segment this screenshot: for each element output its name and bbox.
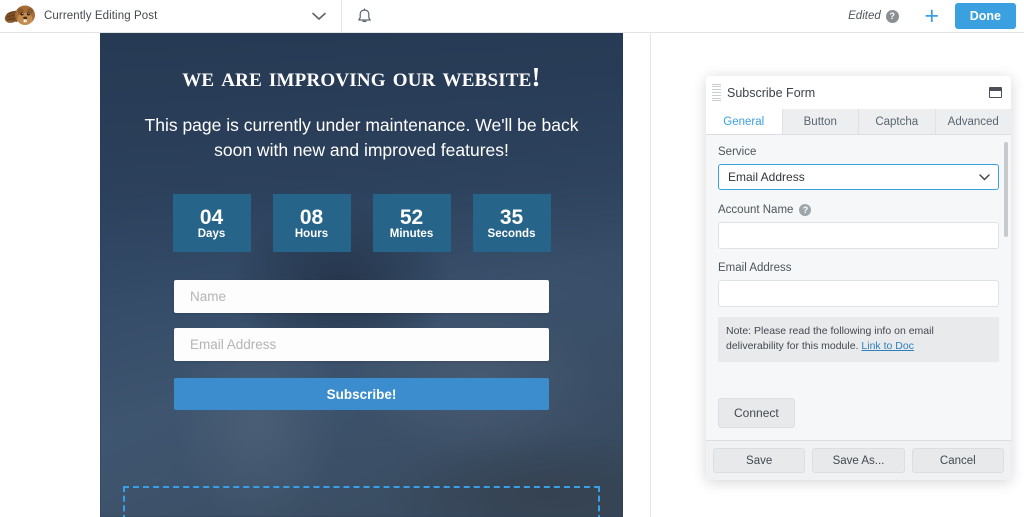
countdown-value: 08 (299, 205, 324, 229)
question-mark-icon[interactable]: ? (885, 9, 899, 23)
countdown-value: 04 (199, 205, 224, 229)
panel-header[interactable]: Subscribe Form (706, 76, 1011, 109)
countdown-value: 35 (499, 205, 524, 229)
countdown-timer: 04 Days 08 Hours 52 Minutes 35 Seconds (137, 194, 586, 253)
countdown-unit-minutes: 52 Minutes (372, 194, 451, 253)
bell-icon[interactable] (342, 0, 386, 33)
edited-label: Edited (848, 10, 881, 22)
panel-footer: Save Save As... Cancel (706, 440, 1011, 480)
countdown-label: Days (197, 227, 226, 240)
countdown-value: 52 (399, 205, 424, 229)
editing-post-label: Currently Editing Post (44, 10, 158, 22)
countdown-label: Seconds (487, 227, 536, 240)
tab-general[interactable]: General (706, 109, 783, 134)
hero-section[interactable]: We Are Improving Our Website! This page … (100, 33, 623, 517)
countdown-label: Minutes (389, 227, 434, 240)
editor-canvas: We Are Improving Our Website! This page … (0, 33, 650, 517)
edited-status: Edited ? (848, 9, 899, 23)
panel-email-input[interactable] (718, 280, 999, 307)
countdown-unit-days: 04 Days (172, 194, 251, 253)
done-button[interactable]: Done (954, 3, 1016, 29)
cancel-button[interactable]: Cancel (911, 448, 1004, 473)
module-settings-panel: Subscribe Form General Button Captcha Ad… (706, 76, 1011, 480)
service-select-wrapper: Email Address (718, 164, 999, 190)
account-name-label: Account Name ? (718, 204, 999, 216)
connect-button[interactable]: Connect (718, 398, 795, 428)
service-label: Service (718, 146, 999, 158)
topbar-right-group: Edited ? + Done (848, 0, 1024, 33)
link-to-doc[interactable]: Link to Doc (861, 340, 914, 352)
tab-advanced[interactable]: Advanced (935, 109, 1011, 134)
tab-button[interactable]: Button (782, 109, 859, 134)
save-button[interactable]: Save (713, 448, 806, 473)
chevron-down-icon[interactable] (297, 0, 341, 33)
beaver-logo-icon[interactable] (4, 2, 38, 30)
panel-scrollbar[interactable] (1004, 142, 1008, 237)
drag-handle-icon[interactable] (712, 83, 721, 103)
countdown-label: Hours (294, 227, 329, 240)
topbar-left-group: Currently Editing Post (0, 0, 157, 33)
hero-subscribe-form: Subscribe! (137, 280, 586, 411)
panel-tabs: General Button Captcha Advanced (706, 109, 1011, 135)
deliverability-note: Note: Please read the following info on … (718, 317, 999, 363)
account-name-label-text: Account Name (718, 204, 794, 216)
tab-captcha[interactable]: Captcha (859, 109, 936, 134)
panel-email-label-text: Email Address (718, 262, 792, 274)
countdown-unit-seconds: 35 Seconds (472, 194, 551, 253)
hero-name-input[interactable] (174, 280, 549, 314)
hero-email-input[interactable] (174, 328, 549, 362)
account-name-input[interactable] (718, 222, 999, 249)
countdown-unit-hours: 08 Hours (272, 194, 351, 253)
question-mark-icon[interactable]: ? (799, 204, 812, 216)
panel-body: Service Email Address Account Name ? Ema… (706, 135, 1011, 440)
connect-row: Connect (718, 398, 795, 428)
service-label-text: Service (718, 146, 757, 158)
panel-email-label: Email Address (718, 262, 999, 274)
hero-heading: We Are Improving Our Website! (182, 62, 541, 92)
save-as-button[interactable]: Save As... (812, 448, 905, 473)
service-select[interactable]: Email Address (718, 164, 999, 190)
panel-title: Subscribe Form (727, 85, 816, 100)
admin-topbar: Currently Editing Post Edited ? + Done (0, 0, 1024, 33)
plus-icon[interactable]: + (915, 0, 949, 33)
window-icon[interactable] (989, 87, 1002, 98)
hero-subheading: This page is currently under maintenance… (144, 114, 579, 161)
hero-content: We Are Improving Our Website! This page … (100, 33, 623, 411)
hero-subscribe-button[interactable]: Subscribe! (174, 378, 549, 411)
